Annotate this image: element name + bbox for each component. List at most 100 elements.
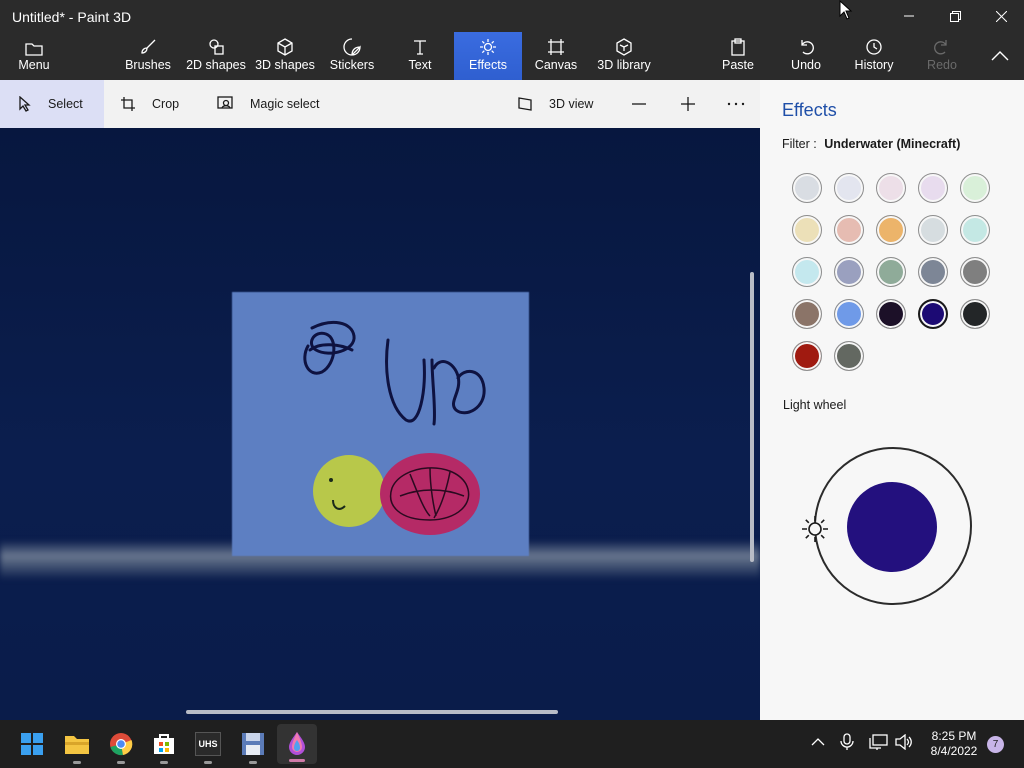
chevron-up-icon [991, 51, 1009, 61]
filter-swatch[interactable] [834, 173, 864, 203]
clock-time: 8:25 PM [931, 729, 977, 743]
yellow-ball [313, 455, 385, 527]
minimize-button[interactable] [886, 0, 932, 32]
filter-swatch[interactable] [792, 215, 822, 245]
ball-eye [329, 478, 333, 482]
volume-tray[interactable] [895, 733, 913, 755]
running-indicator [73, 761, 81, 764]
canvas-button[interactable]: Canvas [532, 32, 580, 80]
effects-icon [480, 39, 496, 55]
store-icon [154, 734, 174, 754]
microphone-tray[interactable] [840, 733, 854, 756]
redo-icon [934, 40, 947, 55]
close-icon [995, 10, 1007, 22]
filter-swatch[interactable] [834, 299, 864, 329]
3d-view-toggle[interactable]: 3D view [517, 80, 593, 128]
running-indicator [249, 761, 257, 764]
chevron-up-icon [811, 738, 825, 746]
filter-swatch[interactable] [834, 257, 864, 287]
stickers-label: Stickers [329, 58, 375, 72]
microphone-icon [840, 733, 854, 750]
3d-shapes-button[interactable]: 3D shapes [254, 32, 316, 80]
close-button[interactable] [978, 0, 1024, 32]
zoom-in-button[interactable] [680, 80, 696, 128]
brushes-button[interactable]: Brushes [122, 32, 174, 80]
mouse-cursor [839, 0, 853, 20]
folder-icon [25, 43, 43, 56]
filter-swatch[interactable] [960, 257, 990, 287]
filter-line: Filter : Underwater (Minecraft) [782, 137, 960, 151]
text-button[interactable]: Text [400, 32, 440, 80]
chrome-button[interactable] [105, 728, 137, 764]
red-ball [380, 453, 480, 535]
undo-label: Undo [791, 58, 821, 72]
filter-swatch[interactable] [792, 341, 822, 371]
redo-label: Redo [927, 58, 957, 72]
system-clock[interactable]: 8:25 PM 8/4/2022 [924, 729, 984, 759]
light-color-disc [847, 482, 937, 572]
filter-swatch[interactable] [876, 299, 906, 329]
brush-icon [141, 39, 156, 54]
horizontal-scrollbar[interactable] [186, 710, 558, 714]
effects-button[interactable]: Effects [454, 32, 522, 80]
running-indicator [117, 761, 125, 764]
filter-swatch[interactable] [876, 257, 906, 287]
redo-button[interactable]: Redo [922, 32, 962, 80]
drawing-canvas[interactable] [0, 128, 760, 720]
crop-tool[interactable]: Crop [120, 80, 179, 128]
3d-view-label: 3D view [549, 97, 594, 111]
minimize-icon [904, 15, 914, 17]
filter-swatch[interactable] [834, 341, 864, 371]
3d-library-label: 3D library [597, 58, 651, 72]
filter-swatch[interactable] [960, 173, 990, 203]
light-handle[interactable] [800, 514, 830, 549]
magic-select-label: Magic select [250, 97, 320, 111]
filter-swatch[interactable] [918, 299, 948, 329]
collapse-ribbon-button[interactable] [980, 32, 1020, 80]
crop-label: Crop [152, 97, 180, 111]
restore-button[interactable] [932, 0, 978, 32]
2d-shapes-icon [209, 39, 224, 55]
more-options-button[interactable] [727, 80, 745, 128]
uhs-app-button[interactable]: UHS [192, 728, 224, 764]
2d-shapes-label: 2D shapes [186, 58, 246, 72]
filter-swatch[interactable] [918, 173, 948, 203]
light-wheel-label: Light wheel [783, 398, 847, 412]
filter-swatch[interactable] [792, 257, 822, 287]
magic-select-tool[interactable]: Magic select [217, 80, 319, 128]
2d-shapes-button[interactable]: 2D shapes [186, 32, 246, 80]
filter-swatch[interactable] [918, 215, 948, 245]
3d-library-button[interactable]: 3D library [594, 32, 654, 80]
filter-swatch[interactable] [792, 299, 822, 329]
start-button[interactable] [16, 728, 48, 760]
history-button[interactable]: History [850, 32, 898, 80]
filter-swatch[interactable] [960, 299, 990, 329]
filter-swatch[interactable] [792, 173, 822, 203]
zoom-out-button[interactable] [631, 80, 647, 128]
file-explorer-button[interactable] [61, 728, 93, 764]
paste-button[interactable]: Paste [718, 32, 758, 80]
filter-swatch[interactable] [918, 257, 948, 287]
paint-3d-button[interactable] [277, 724, 317, 764]
restore-icon [949, 10, 961, 22]
network-tray[interactable] [869, 734, 889, 755]
store-button[interactable] [148, 728, 180, 764]
filter-swatch[interactable] [834, 215, 864, 245]
notification-badge[interactable]: 7 [987, 736, 1004, 753]
stickers-button[interactable]: Stickers [326, 32, 378, 80]
handwriting-strokes [303, 320, 486, 426]
select-label: Select [48, 97, 83, 111]
crop-icon [121, 97, 135, 111]
filter-swatch[interactable] [876, 215, 906, 245]
floppy-app-button[interactable] [237, 728, 269, 764]
chrome-icon [110, 733, 133, 756]
menu-button[interactable]: Menu [8, 32, 60, 80]
canvas-icon [548, 39, 564, 55]
vertical-scrollbar[interactable] [750, 272, 754, 562]
filter-swatch[interactable] [876, 173, 906, 203]
filter-swatch[interactable] [960, 215, 990, 245]
canvas-label: Canvas [534, 58, 578, 72]
select-tool[interactable]: Select [0, 80, 104, 128]
show-hidden-icons-button[interactable] [810, 734, 826, 755]
undo-button[interactable]: Undo [786, 32, 826, 80]
